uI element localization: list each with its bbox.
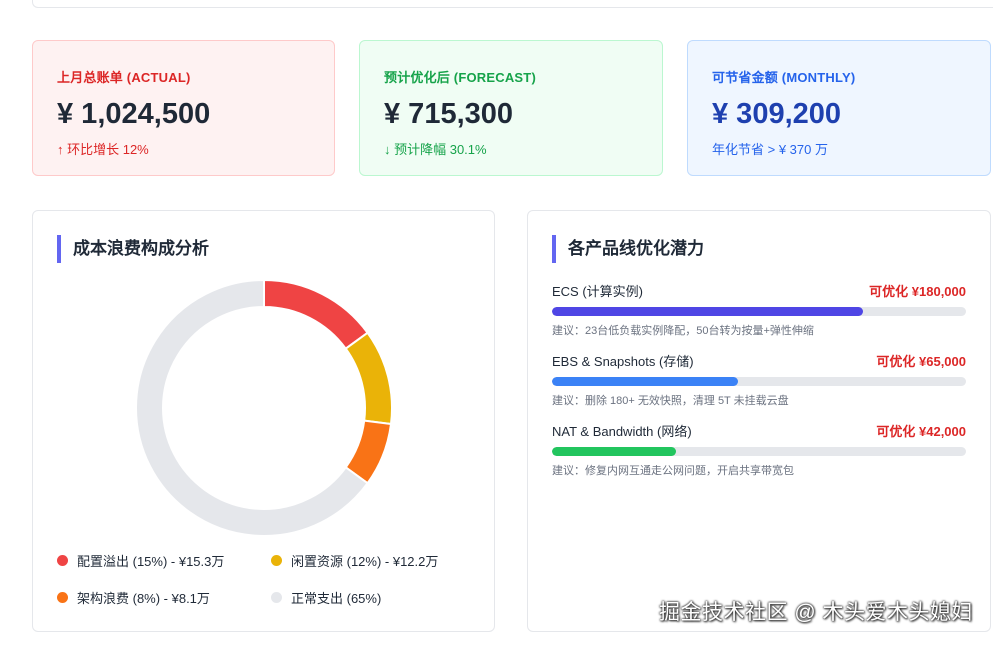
legend-label: 闲置资源 (12%) - ¥12.2万: [291, 554, 439, 569]
product-row-nat: NAT & Bandwidth (网络) 可优化 ¥42,000 建议：修复内网…: [552, 421, 966, 478]
kpi-trend: ↑ 环比增长 12%: [57, 142, 149, 157]
legend-item-normal[interactable]: 正常支出 (65%): [271, 588, 381, 607]
donut-slice-idle[interactable]: [344, 331, 393, 426]
kpi-label: 上月总账单 (ACTUAL): [57, 70, 191, 85]
kpi-value: ¥ 715,300: [384, 98, 514, 130]
product-row-ecs: ECS (计算实例) 可优化 ¥180,000 建议：23台低负载实例降配，50…: [552, 281, 966, 338]
kpi-label: 预计优化后 (FORECAST): [384, 70, 536, 85]
product-tip: 建议：删除 180+ 无效快照，清理 5T 未挂载云盘: [552, 395, 789, 407]
panel-title: 各产品线优化潜力: [552, 235, 704, 263]
product-potential: 可优化 ¥42,000: [876, 424, 966, 439]
progress-fill: [552, 447, 677, 456]
progress-track: [552, 377, 966, 386]
product-potential: 可优化 ¥180,000: [869, 284, 966, 299]
progress-track: [552, 447, 966, 456]
waste-analysis-panel: 成本浪费构成分析 配置溢出 (15%) - ¥15.3万 闲置资源 (12%) …: [32, 210, 495, 632]
legend-item-oversize[interactable]: 配置溢出 (15%) - ¥15.3万: [57, 551, 224, 570]
donut-slice-oversize[interactable]: [263, 278, 369, 351]
product-tip: 建议：23台低负载实例降配，50台转为按量+弹性伸缩: [552, 325, 814, 337]
legend-swatch: [271, 592, 282, 603]
legend-label: 配置溢出 (15%) - ¥15.3万: [77, 554, 225, 569]
kpi-card-actual: 上月总账单 (ACTUAL) ¥ 1,024,500 ↑ 环比增长 12%: [32, 40, 335, 176]
kpi-label: 可节省金额 (MONTHLY): [712, 70, 856, 85]
kpi-trend: 年化节省 > ¥ 370 万: [712, 142, 828, 157]
legend-swatch: [271, 555, 282, 566]
progress-fill: [552, 377, 739, 386]
panel-title: 成本浪费构成分析: [57, 235, 209, 263]
progress-fill: [552, 307, 863, 316]
top-container-edge: [32, 0, 993, 8]
legend-label: 正常支出 (65%): [291, 591, 382, 606]
legend-swatch: [57, 555, 68, 566]
legend-label: 架构浪费 (8%) - ¥8.1万: [77, 591, 210, 606]
watermark: 掘金技术社区 @ 木头爱木头媳妇: [659, 601, 973, 624]
waste-donut-chart: [135, 278, 393, 537]
product-name: NAT & Bandwidth (网络): [552, 424, 692, 439]
progress-track: [552, 307, 966, 316]
product-potential: 可优化 ¥65,000: [876, 354, 966, 369]
product-row-ebs: EBS & Snapshots (存储) 可优化 ¥65,000 建议：删除 1…: [552, 351, 966, 408]
product-name: ECS (计算实例): [552, 284, 644, 299]
kpi-value: ¥ 309,200: [712, 98, 842, 130]
kpi-card-forecast: 预计优化后 (FORECAST) ¥ 715,300 ↓ 预计降幅 30.1%: [359, 40, 663, 176]
kpi-card-monthly-savings: 可节省金额 (MONTHLY) ¥ 309,200 年化节省 > ¥ 370 万: [687, 40, 991, 176]
legend-swatch: [57, 592, 68, 603]
legend-item-idle[interactable]: 闲置资源 (12%) - ¥12.2万: [271, 551, 438, 570]
product-name: EBS & Snapshots (存储): [552, 354, 694, 369]
legend-item-architecture[interactable]: 架构浪费 (8%) - ¥8.1万: [57, 588, 210, 607]
kpi-value: ¥ 1,024,500: [57, 98, 211, 130]
product-tip: 建议：修复内网互通走公网问题，开启共享带宽包: [552, 465, 794, 477]
product-optimization-panel: 各产品线优化潜力 ECS (计算实例) 可优化 ¥180,000 建议：23台低…: [527, 210, 991, 632]
kpi-trend: ↓ 预计降幅 30.1%: [384, 142, 487, 157]
